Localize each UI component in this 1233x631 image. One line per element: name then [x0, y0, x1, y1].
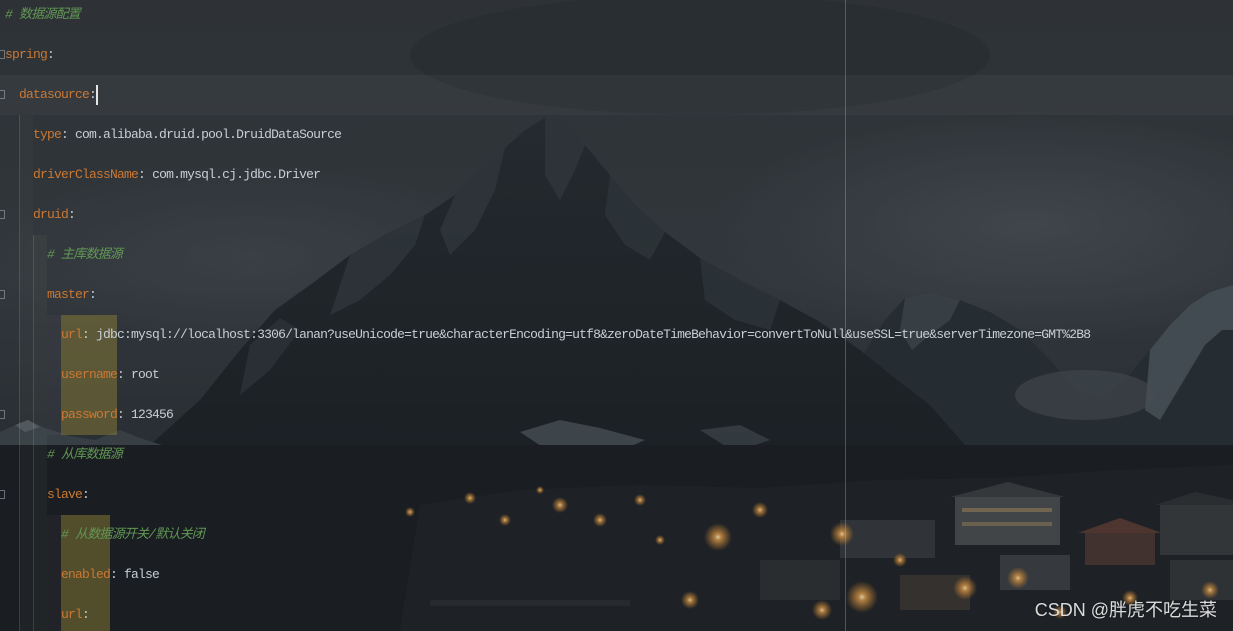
yaml-comment: # 从数据源开关/默认关闭 — [61, 527, 205, 542]
yaml-colon: : — [82, 327, 90, 342]
yaml-key: password — [61, 407, 118, 422]
yaml-line-driver-class-name[interactable]: driverClassName: com.mysql.cj.jdbc.Drive… — [0, 155, 1233, 195]
yaml-line-druid[interactable]: druid: — [0, 195, 1233, 235]
code-editor[interactable]: # 数据源配置 spring: datasource: type: com.al… — [0, 0, 1233, 631]
yaml-line-username[interactable]: username: root — [0, 355, 1233, 395]
yaml-line-master[interactable]: master: — [0, 275, 1233, 315]
yaml-line-spring[interactable]: spring: — [0, 35, 1233, 75]
yaml-comment: # 数据源配置 — [5, 7, 81, 22]
yaml-comment: # 主库数据源 — [47, 247, 123, 262]
yaml-colon: : — [89, 287, 97, 302]
yaml-colon: : — [117, 367, 125, 382]
yaml-comment: # 从库数据源 — [47, 447, 123, 462]
yaml-value: jdbc:mysql://localhost:3306/lanan?useUni… — [96, 327, 1091, 342]
yaml-key: url — [61, 607, 83, 622]
yaml-value: false — [124, 567, 160, 582]
text-cursor — [96, 85, 98, 105]
yaml-colon: : — [117, 407, 125, 422]
yaml-line-password[interactable]: password: 123456 — [0, 395, 1233, 435]
yaml-colon: : — [68, 207, 76, 222]
yaml-comment-line[interactable]: # 主库数据源 — [0, 235, 1233, 275]
yaml-key: enabled — [61, 567, 111, 582]
yaml-key: username — [61, 367, 118, 382]
csdn-watermark: CSDN @胖虎不吃生菜 — [1034, 600, 1217, 620]
yaml-colon: : — [82, 487, 90, 502]
yaml-comment-line[interactable]: # 数据源配置 — [0, 0, 1233, 35]
yaml-key: driverClassName — [33, 167, 139, 182]
yaml-key: druid — [33, 207, 69, 222]
yaml-colon: : — [82, 607, 90, 622]
yaml-comment-line[interactable]: # 从数据源开关/默认关闭 — [0, 515, 1233, 555]
yaml-line-enabled[interactable]: enabled: false — [0, 555, 1233, 595]
yaml-colon: : — [89, 87, 97, 102]
yaml-colon: : — [138, 167, 146, 182]
yaml-key: spring — [5, 47, 48, 62]
yaml-key: slave — [47, 487, 83, 502]
yaml-value: 123456 — [131, 407, 174, 422]
yaml-key: datasource — [19, 87, 90, 102]
yaml-colon: : — [110, 567, 118, 582]
yaml-line-datasource[interactable]: datasource: — [0, 75, 1233, 115]
yaml-line-slave[interactable]: slave: — [0, 475, 1233, 515]
yaml-colon: : — [47, 47, 55, 62]
yaml-line-url[interactable]: url: jdbc:mysql://localhost:3306/lanan?u… — [0, 315, 1233, 355]
yaml-value: com.mysql.cj.jdbc.Driver — [152, 167, 321, 182]
yaml-key: type — [33, 127, 62, 142]
yaml-line-type[interactable]: type: com.alibaba.druid.pool.DruidDataSo… — [0, 115, 1233, 155]
yaml-key: url — [61, 327, 83, 342]
yaml-key: master — [47, 287, 90, 302]
yaml-value: root — [131, 367, 160, 382]
yaml-value: com.alibaba.druid.pool.DruidDataSource — [75, 127, 342, 142]
code-area[interactable]: # 数据源配置 spring: datasource: type: com.al… — [0, 0, 1233, 631]
yaml-colon: : — [61, 127, 69, 142]
yaml-comment-line[interactable]: # 从库数据源 — [0, 435, 1233, 475]
